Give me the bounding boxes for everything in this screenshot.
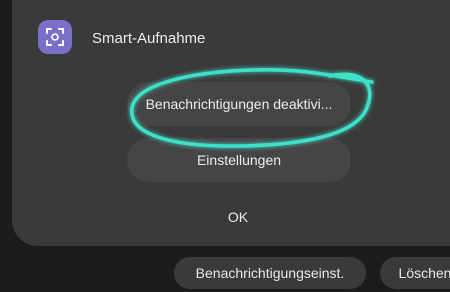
- app-title: Smart-Aufnahme: [92, 30, 206, 47]
- settings-button[interactable]: Einstellungen: [127, 138, 351, 182]
- disable-notifications-button[interactable]: Benachrichtigungen deaktivi...: [127, 82, 351, 126]
- notification-settings-button[interactable]: Benachrichtigungseinst.: [174, 257, 366, 289]
- delete-button[interactable]: Löschen: [380, 257, 450, 289]
- smart-capture-icon: [38, 20, 72, 54]
- screen: Smart-Aufnahme Benachrichtigungen deakti…: [0, 0, 450, 292]
- ok-button[interactable]: OK: [208, 204, 268, 230]
